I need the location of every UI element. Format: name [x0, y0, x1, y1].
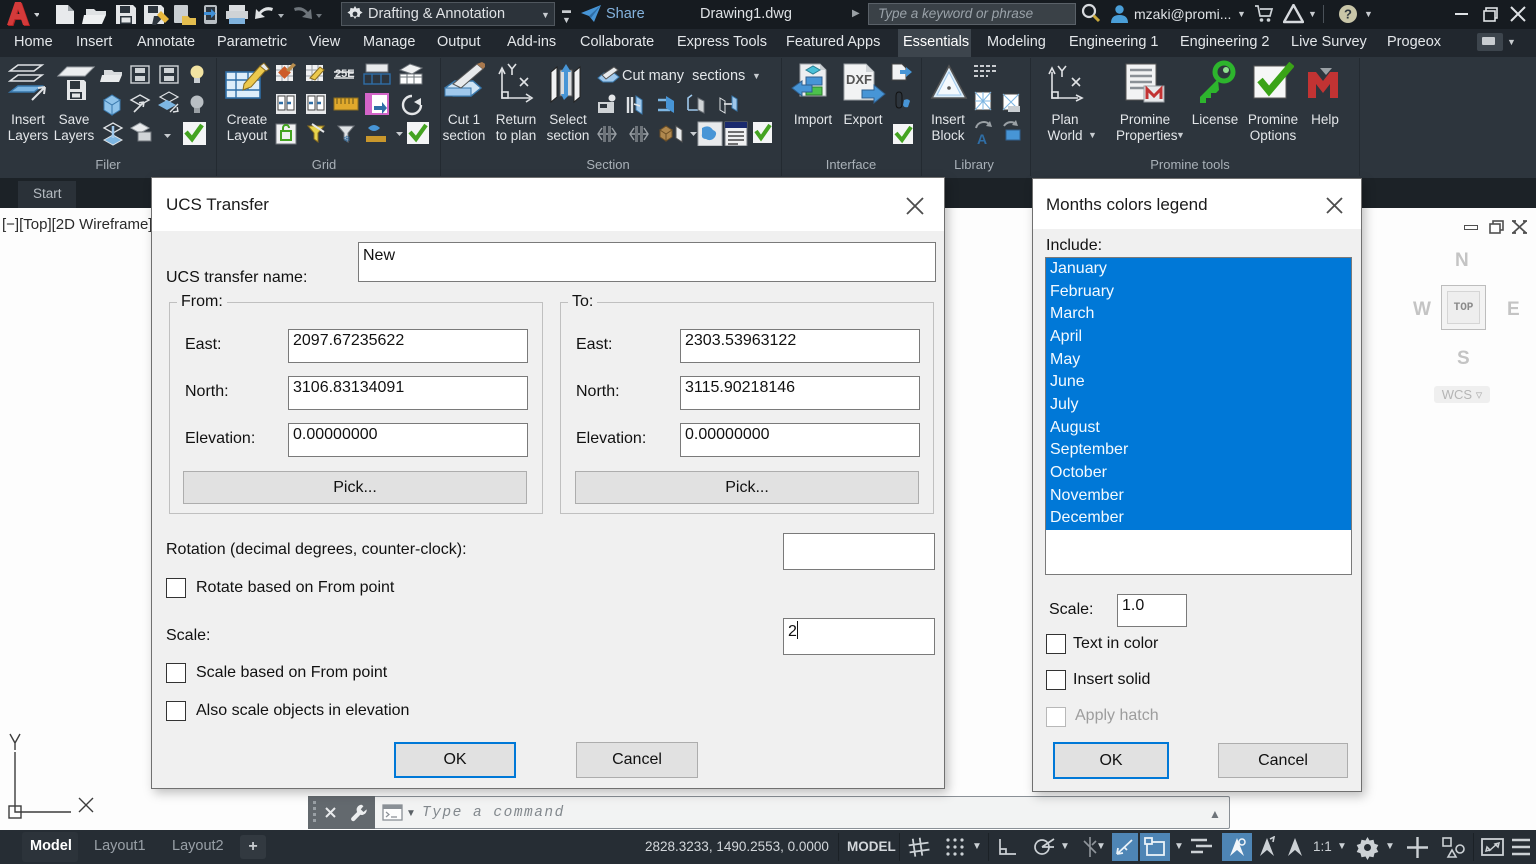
- svg-text:?: ?: [1344, 7, 1352, 22]
- svg-text:❄: ❄: [343, 134, 351, 144]
- svg-text:A: A: [977, 131, 987, 147]
- svg-text:25E: 25E: [335, 68, 355, 80]
- svg-text:DXF: DXF: [846, 72, 872, 87]
